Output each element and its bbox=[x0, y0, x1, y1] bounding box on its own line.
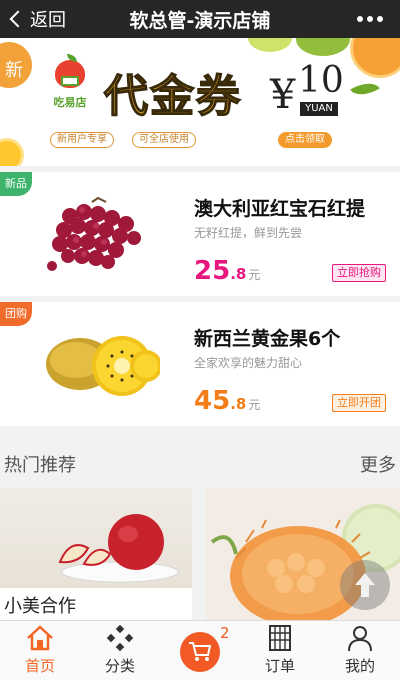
start-group-buy-button[interactable]: 立即开团 bbox=[332, 394, 386, 412]
product-description: 无籽红提，鲜到先尝 bbox=[194, 226, 303, 240]
tab-label: 分类 bbox=[104, 657, 135, 675]
leaf-decoration bbox=[350, 76, 380, 102]
new-badge: 新 bbox=[0, 42, 32, 88]
more-menu-button[interactable] bbox=[340, 16, 400, 22]
currency-symbol: ¥ bbox=[270, 72, 296, 118]
price-decimal: .8 bbox=[230, 395, 247, 413]
page-title: 软总管-演示店铺 bbox=[129, 9, 271, 32]
price-integer: 25 bbox=[194, 256, 231, 286]
price-decimal: .8 bbox=[230, 265, 247, 283]
shop-logo: 吃易店 bbox=[50, 54, 90, 122]
dot-icon bbox=[377, 16, 383, 22]
cart-icon bbox=[189, 642, 212, 661]
top-nav-bar: 返回 软总管-演示店铺 bbox=[0, 0, 400, 38]
product-description: 全家欢享的魅力甜心 bbox=[194, 356, 303, 370]
price-unit: 元 bbox=[248, 268, 261, 282]
recommend-label: 小美合作 bbox=[4, 596, 76, 617]
order-icon bbox=[265, 623, 295, 653]
orange-decoration bbox=[0, 138, 24, 166]
dot-icon bbox=[357, 16, 363, 22]
orange-decoration bbox=[350, 38, 400, 78]
product-price: 45.8 元 bbox=[194, 386, 260, 416]
back-label: 返回 bbox=[30, 10, 66, 31]
tab-profile[interactable]: 我的 bbox=[320, 621, 400, 680]
kiwi-fruit-image bbox=[46, 336, 160, 396]
claim-coupon-button[interactable]: 点击领取 bbox=[278, 132, 332, 148]
chevron-left-icon bbox=[9, 10, 27, 28]
coupon-unit: YUAN bbox=[300, 102, 338, 116]
buy-now-button[interactable]: 立即抢购 bbox=[332, 264, 386, 282]
product-card[interactable]: 新品 澳大利亚红宝石红提 无籽红提，鲜到先尝 25.8 元 立即抢购 bbox=[0, 172, 400, 296]
shop-icon bbox=[61, 76, 79, 86]
hot-section-header: 热门推荐 更多 bbox=[0, 446, 400, 482]
category-icon bbox=[105, 623, 135, 653]
tab-label: 订单 bbox=[264, 657, 295, 675]
product-name: 新西兰黄金果6个 bbox=[194, 328, 341, 350]
tab-label: 首页 bbox=[24, 657, 55, 675]
coupon-amount: 10 bbox=[298, 60, 344, 101]
lime-decoration bbox=[296, 38, 350, 56]
lime-decoration bbox=[248, 38, 292, 52]
coupon-title: 代金券 bbox=[103, 70, 242, 123]
group-buy-badge: 团购 bbox=[0, 302, 32, 326]
dot-icon bbox=[367, 16, 373, 22]
product-name: 澳大利亚红宝石红提 bbox=[194, 198, 366, 220]
product-card[interactable]: 团购 新西兰黄金果6个 全家欢享的魅力甜心 45.8 元 立即开团 bbox=[0, 302, 400, 426]
recommend-card[interactable]: 小美合作 bbox=[0, 488, 192, 620]
cart-count-badge: 2 bbox=[220, 624, 230, 642]
scroll-to-top-button[interactable] bbox=[340, 560, 390, 610]
coupon-banner[interactable]: 新 吃易店 代金券 ¥ 10 YUAN 新用户专享 可全店使用 点击领取 bbox=[0, 38, 400, 166]
home-icon bbox=[25, 623, 55, 653]
new-product-badge: 新品 bbox=[0, 172, 32, 196]
tag-all-store: 可全店使用 bbox=[132, 132, 196, 148]
more-link[interactable]: 更多 bbox=[360, 451, 396, 477]
tab-category[interactable]: 分类 bbox=[80, 621, 160, 680]
back-button[interactable]: 返回 bbox=[0, 6, 90, 32]
price-unit: 元 bbox=[248, 398, 261, 412]
cart-button[interactable] bbox=[180, 632, 220, 672]
grape-image bbox=[47, 196, 141, 271]
arrow-up-icon bbox=[355, 573, 375, 597]
apple-plate-image bbox=[58, 514, 179, 583]
tag-new-user: 新用户专享 bbox=[50, 132, 114, 148]
tab-orders[interactable]: 订单 bbox=[240, 621, 320, 680]
logo-text: 吃易店 bbox=[53, 96, 87, 109]
price-integer: 45 bbox=[194, 386, 231, 416]
tab-home[interactable]: 首页 bbox=[0, 621, 80, 680]
profile-icon bbox=[345, 623, 375, 653]
tab-label: 我的 bbox=[344, 657, 375, 675]
product-price: 25.8 元 bbox=[194, 256, 260, 286]
section-title: 热门推荐 bbox=[4, 455, 76, 476]
